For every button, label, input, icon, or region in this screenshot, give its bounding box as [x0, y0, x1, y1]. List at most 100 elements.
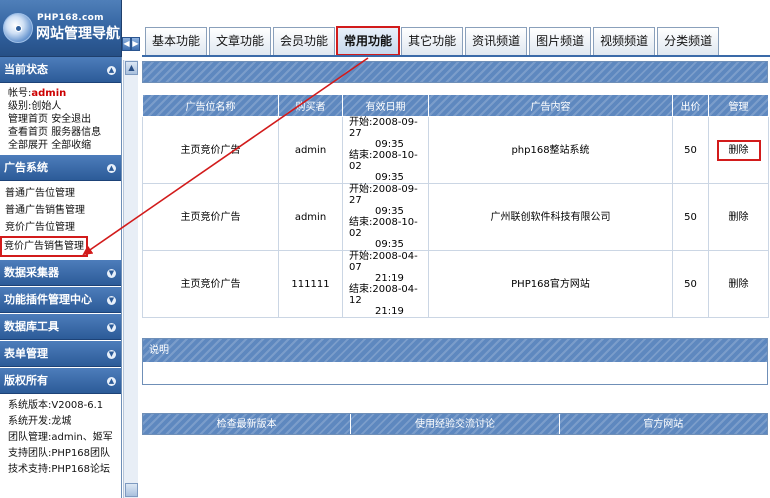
- logo: PHP168.com 网站管理导航: [0, 0, 122, 57]
- sidebar-section-collector[interactable]: 数据采集器 ▼: [0, 260, 121, 286]
- end-time: 21:19: [375, 306, 404, 317]
- start-date: 开始:2008-04-07: [349, 251, 418, 273]
- note-panel: 说明: [142, 338, 768, 385]
- logo-title: 网站管理导航: [36, 26, 120, 42]
- cell-ad-content: PHP168官方网站: [428, 250, 673, 318]
- end-time: 09:35: [375, 239, 404, 250]
- sidebar-section-database[interactable]: 数据库工具 ▼: [0, 314, 121, 340]
- cell-dates: 开始:2008-09-27 09:35 结束:2008-10-02 09:35: [342, 116, 429, 184]
- footer-link-bar: 检查最新版本 使用经验交流讨论 官方网站: [142, 413, 768, 435]
- cell-price: 50: [672, 250, 709, 318]
- account-label: 帐号:: [8, 88, 32, 99]
- link-logout[interactable]: 安全退出: [51, 114, 91, 125]
- tab-member[interactable]: 会员功能: [273, 27, 336, 55]
- scroll-up-icon[interactable]: ▲: [125, 61, 138, 75]
- account-value: admin: [31, 88, 67, 99]
- copyright-line: 系统版本:V2008-6.1: [8, 400, 104, 411]
- copyright-line: 支持团队:PHP168团队: [8, 448, 111, 459]
- link-server-info[interactable]: 服务器信息: [51, 127, 101, 138]
- cell-buyer: 111111: [278, 250, 343, 318]
- delete-button[interactable]: 删除: [729, 279, 749, 290]
- sidebar-section-ads[interactable]: 广告系统 ▲: [0, 155, 121, 181]
- section-title: 广告系统: [4, 161, 48, 174]
- delete-button[interactable]: 删除: [729, 212, 749, 223]
- ad-sales-table: 广告位名称 购买者 有效日期 广告内容 出价 管理 主页竞价广告 admin 开…: [142, 94, 769, 318]
- cell-manage: 删除: [708, 250, 769, 318]
- cell-dates: 开始:2008-09-27 09:35 结束:2008-10-02 09:35: [342, 183, 429, 251]
- copyright-line: 团队管理:admin、姬军: [8, 432, 113, 443]
- level-value: 创始人: [31, 101, 62, 112]
- cell-ad-name: 主页竞价广告: [142, 116, 279, 184]
- copyright-panel: 系统版本:V2008-6.1 系统开发:龙城 团队管理:admin、姬军 支持团…: [0, 395, 121, 481]
- section-title: 版权所有: [4, 374, 48, 387]
- link-expand-all[interactable]: 全部展开: [8, 140, 48, 151]
- cell-buyer: admin: [278, 116, 343, 184]
- section-title: 功能插件管理中心: [4, 293, 92, 306]
- start-time: 09:35: [375, 206, 404, 217]
- sidebar: 当前状态 ▲ 帐号:admin 级别:创始人 管理首页 安全退出 查看首页 服务…: [0, 57, 122, 498]
- sidebar-section-status[interactable]: 当前状态 ▲: [0, 57, 121, 83]
- section-title: 数据采集器: [4, 266, 59, 279]
- col-ad-name: 广告位名称: [142, 94, 279, 117]
- arrow-left-icon[interactable]: ◀: [122, 37, 131, 51]
- copyright-line: 技术支持:PHP168论坛: [8, 464, 111, 475]
- sidebar-section-forms[interactable]: 表单管理 ▼: [0, 341, 121, 367]
- cell-buyer: admin: [278, 183, 343, 251]
- link-collapse-all[interactable]: 全部收缩: [51, 140, 91, 151]
- cell-ad-content: php168整站系统: [428, 116, 673, 184]
- sidebar-item-bid-ad-slots[interactable]: 竞价广告位管理: [5, 219, 117, 236]
- tab-news[interactable]: 资讯频道: [465, 27, 528, 55]
- section-title: 当前状态: [4, 63, 48, 76]
- disc-logo-icon: [3, 13, 33, 43]
- level-label: 级别:: [8, 101, 32, 112]
- start-date: 开始:2008-09-27: [349, 184, 418, 206]
- cell-dates: 开始:2008-04-07 21:19 结束:2008-04-12 21:19: [342, 250, 429, 318]
- expand-icon[interactable]: ▼: [107, 269, 116, 278]
- cell-ad-name: 主页竞价广告: [142, 250, 279, 318]
- section-title: 数据库工具: [4, 320, 59, 333]
- col-ad-content: 广告内容: [428, 94, 673, 117]
- sidebar-item-bid-ad-sales[interactable]: 竞价广告销售管理: [0, 236, 88, 257]
- sidebar-section-plugins[interactable]: 功能插件管理中心 ▼: [0, 287, 121, 313]
- collapse-icon[interactable]: ▲: [107, 377, 116, 386]
- cell-price: 50: [672, 183, 709, 251]
- start-time: 09:35: [375, 139, 404, 150]
- end-time: 09:35: [375, 172, 404, 183]
- link-view-home[interactable]: 查看首页: [8, 127, 48, 138]
- note-body: [143, 362, 767, 384]
- delete-button[interactable]: 删除: [716, 139, 761, 161]
- table-row: 主页竞价广告 admin 开始:2008-09-27 09:35 结束:2008…: [142, 116, 769, 184]
- tab-photo[interactable]: 图片频道: [529, 27, 592, 55]
- start-time: 21:19: [375, 273, 404, 284]
- collapse-icon[interactable]: ▲: [107, 66, 116, 75]
- tab-video[interactable]: 视频频道: [593, 27, 656, 55]
- expand-icon[interactable]: ▼: [107, 350, 116, 359]
- col-buyer: 购买者: [278, 94, 343, 117]
- copyright-line: 系统开发:龙城: [8, 416, 72, 427]
- tab-other[interactable]: 其它功能: [401, 27, 464, 55]
- frame-scrollbar[interactable]: ▲: [123, 60, 138, 498]
- link-discussion[interactable]: 使用经验交流讨论: [351, 414, 560, 434]
- top-tab-bar: ◀ ▶ 基本功能 文章功能 会员功能 常用功能 其它功能 资讯频道 图片频道 视…: [122, 0, 770, 57]
- top-header-strip: [142, 61, 768, 83]
- tab-scroll-arrows: ◀ ▶: [122, 37, 140, 51]
- tab-article[interactable]: 文章功能: [209, 27, 272, 55]
- tab-basic[interactable]: 基本功能: [145, 27, 208, 55]
- section-title: 表单管理: [4, 347, 48, 360]
- link-official-site[interactable]: 官方网站: [560, 414, 767, 434]
- end-date: 结束:2008-10-02: [349, 150, 418, 172]
- scroll-down-icon[interactable]: [125, 483, 138, 497]
- tab-category[interactable]: 分类频道: [657, 27, 720, 55]
- arrow-right-icon[interactable]: ▶: [131, 37, 140, 51]
- link-admin-home[interactable]: 管理首页: [8, 114, 48, 125]
- sidebar-item-normal-ad-sales[interactable]: 普通广告销售管理: [5, 202, 117, 219]
- ads-panel: 普通广告位管理 普通广告销售管理 竞价广告位管理 竞价广告销售管理: [0, 182, 121, 260]
- expand-icon[interactable]: ▼: [107, 296, 116, 305]
- expand-icon[interactable]: ▼: [107, 323, 116, 332]
- sidebar-item-normal-ad-slots[interactable]: 普通广告位管理: [5, 185, 117, 202]
- collapse-icon[interactable]: ▲: [107, 164, 116, 173]
- tab-common[interactable]: 常用功能: [336, 26, 401, 56]
- sidebar-section-copyright[interactable]: 版权所有 ▲: [0, 368, 121, 394]
- cell-price: 50: [672, 116, 709, 184]
- link-check-update[interactable]: 检查最新版本: [143, 414, 352, 434]
